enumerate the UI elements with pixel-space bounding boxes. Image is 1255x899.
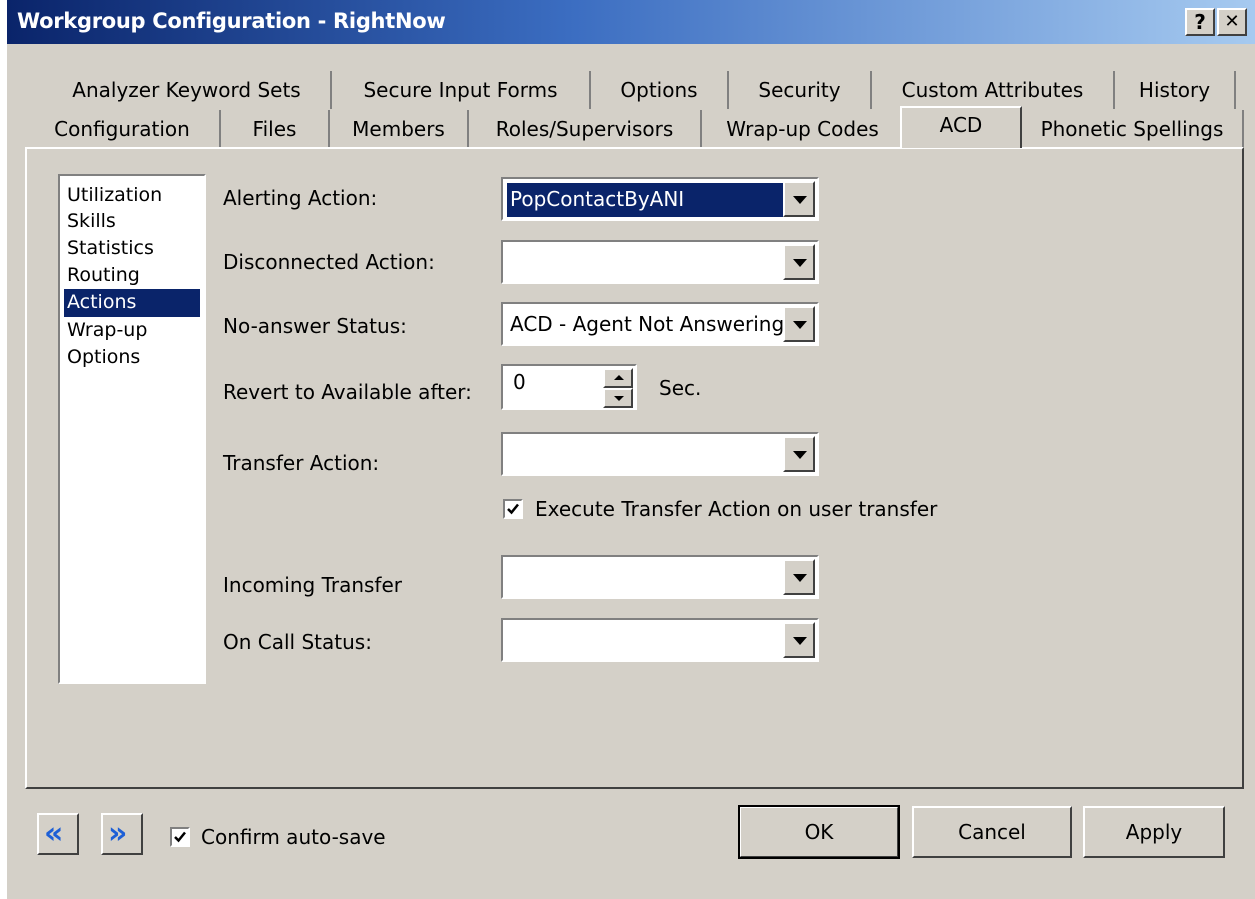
checkmark-icon	[507, 503, 519, 515]
confirm-auto-save-label: Confirm auto-save	[201, 825, 386, 849]
checkmark-icon	[174, 831, 186, 843]
disconnected-action-label: Disconnected Action:	[223, 250, 435, 274]
no-answer-status-dropdown-button[interactable]	[783, 306, 815, 342]
incoming-transfer-value	[507, 561, 783, 595]
execute-transfer-label: Execute Transfer Action on user transfer	[535, 497, 938, 521]
disconnected-action-dropdown-button[interactable]	[783, 244, 815, 280]
disconnected-action-combo[interactable]	[501, 240, 819, 284]
tab-files[interactable]: Files	[221, 110, 330, 148]
chevron-down-icon	[793, 451, 807, 459]
arrow-up-icon	[614, 375, 624, 380]
help-button[interactable]: ?	[1185, 8, 1215, 36]
on-call-status-value	[507, 624, 783, 658]
double-chevron-left-icon: «	[44, 816, 64, 851]
chevron-down-icon	[793, 196, 807, 204]
alerting-action-dropdown-button[interactable]	[783, 181, 815, 217]
chevron-down-icon	[793, 574, 807, 582]
tab-secure-input-forms[interactable]: Secure Input Forms	[332, 71, 591, 109]
revert-label: Revert to Available after:	[223, 380, 472, 404]
next-button[interactable]: »	[101, 813, 143, 855]
tab-roles-supervisors[interactable]: Roles/Supervisors	[469, 110, 702, 148]
title-bar: Workgroup Configuration - RightNow ? ✕	[7, 0, 1255, 44]
alerting-action-value: PopContactByANI	[507, 183, 783, 217]
tab-custom-attributes[interactable]: Custom Attributes	[872, 71, 1115, 109]
list-item-wrap-up[interactable]: Wrap-up	[64, 317, 200, 345]
no-answer-status-label: No-answer Status:	[223, 314, 407, 338]
confirm-auto-save-checkbox[interactable]	[170, 827, 190, 847]
alerting-action-combo[interactable]: PopContactByANI	[501, 177, 819, 221]
tab-acd[interactable]: ACD	[900, 106, 1022, 148]
close-icon: ✕	[1224, 11, 1240, 32]
list-item-routing[interactable]: Routing	[64, 262, 200, 290]
disconnected-action-value	[507, 246, 783, 280]
on-call-status-dropdown-button[interactable]	[783, 622, 815, 658]
ok-button[interactable]: OK	[738, 805, 900, 859]
transfer-action-value	[507, 438, 783, 472]
chevron-down-icon	[793, 259, 807, 267]
list-item-skills[interactable]: Skills	[64, 208, 200, 236]
cancel-button[interactable]: Cancel	[912, 806, 1072, 858]
double-chevron-right-icon: »	[108, 816, 128, 851]
arrow-down-icon	[614, 396, 624, 401]
revert-spinner[interactable]: 0	[501, 364, 637, 410]
no-answer-status-value: ACD - Agent Not Answering	[510, 312, 783, 336]
tab-security[interactable]: Security	[729, 71, 872, 109]
transfer-action-dropdown-button[interactable]	[783, 436, 815, 472]
list-item-utilization[interactable]: Utilization	[64, 182, 200, 210]
transfer-action-label: Transfer Action:	[223, 451, 380, 475]
on-call-status-label: On Call Status:	[223, 630, 372, 654]
incoming-transfer-label: Incoming Transfer	[223, 573, 402, 597]
tab-members[interactable]: Members	[330, 110, 469, 148]
revert-value: 0	[513, 370, 526, 394]
window-title: Workgroup Configuration - RightNow	[17, 9, 446, 33]
tab-history[interactable]: History	[1115, 71, 1236, 109]
incoming-transfer-dropdown-button[interactable]	[783, 559, 815, 595]
help-icon: ?	[1194, 10, 1206, 34]
incoming-transfer-combo[interactable]	[501, 555, 819, 599]
list-item-statistics[interactable]: Statistics	[64, 235, 200, 263]
tab-configuration[interactable]: Configuration	[25, 110, 221, 148]
tab-analyzer-keyword-sets[interactable]: Analyzer Keyword Sets	[43, 71, 332, 109]
workgroup-configuration-window: Workgroup Configuration - RightNow ? ✕ A…	[7, 0, 1255, 899]
no-answer-status-combo[interactable]: ACD - Agent Not Answering	[501, 302, 819, 346]
tab-wrap-up-codes[interactable]: Wrap-up Codes	[702, 110, 905, 148]
transfer-action-combo[interactable]	[501, 432, 819, 476]
close-button[interactable]: ✕	[1217, 8, 1247, 36]
list-item-options[interactable]: Options	[64, 344, 200, 372]
section-list[interactable]: Utilization Skills Statistics Routing Ac…	[58, 174, 206, 684]
tab-options[interactable]: Options	[591, 71, 729, 109]
list-item-actions[interactable]: Actions	[64, 289, 200, 317]
apply-button[interactable]: Apply	[1083, 806, 1225, 858]
alerting-action-label: Alerting Action:	[223, 186, 378, 210]
revert-unit-label: Sec.	[659, 376, 702, 400]
chevron-down-icon	[793, 637, 807, 645]
previous-button[interactable]: «	[37, 813, 79, 855]
execute-transfer-checkbox[interactable]	[503, 499, 523, 519]
chevron-down-icon	[793, 321, 807, 329]
tab-phonetic-spellings[interactable]: Phonetic Spellings	[1022, 110, 1244, 148]
spin-up-button[interactable]	[603, 368, 633, 388]
spin-down-button[interactable]	[603, 388, 633, 408]
on-call-status-combo[interactable]	[501, 618, 819, 662]
